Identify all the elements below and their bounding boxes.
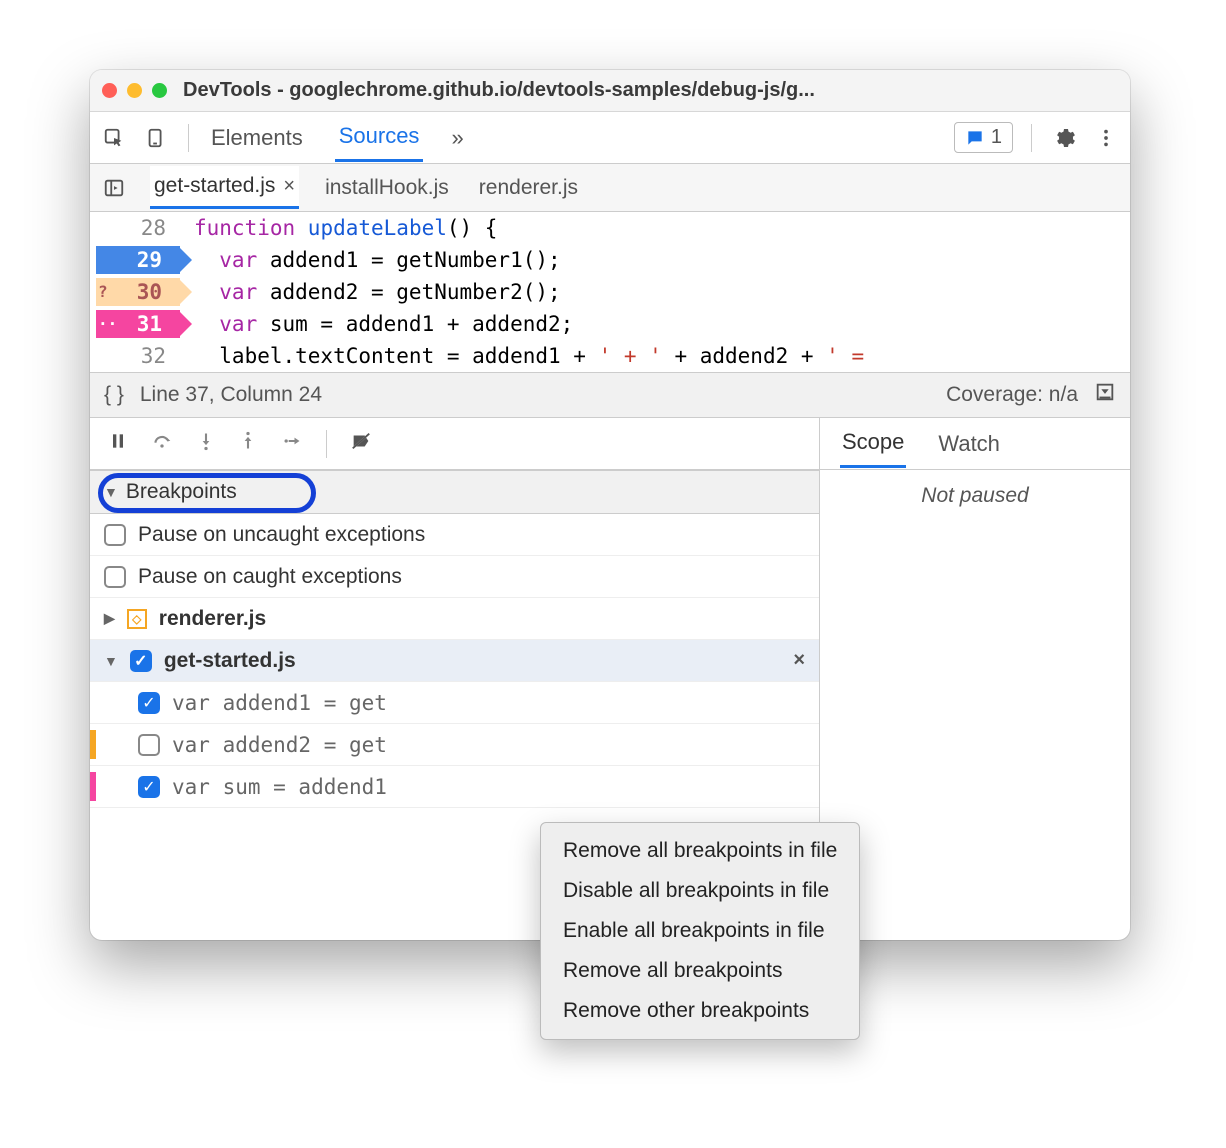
step-icon[interactable] [280,431,304,456]
row-label: Pause on caught exceptions [138,565,402,589]
group-label: get-started.js [164,649,296,673]
coverage-status: Coverage: n/a [946,383,1078,407]
file-tab-label: installHook.js [325,176,449,200]
issues-count: 1 [991,126,1002,149]
checkbox[interactable] [138,734,160,756]
breakpoint-marker[interactable]: 29 [96,246,180,274]
section-label: Breakpoints [126,480,237,504]
code-body[interactable]: function updateLabel() { var addend1 = g… [180,212,864,372]
right-tabs: Scope Watch [820,418,1130,470]
devtools-window: DevTools - googlechrome.github.io/devtoo… [90,70,1130,940]
file-tabs: get-started.js × installHook.js renderer… [90,164,1130,212]
debug-toolbar [90,418,819,470]
tab-sources[interactable]: Sources [335,113,424,162]
minimize-window-button[interactable] [127,83,142,98]
ctx-remove-all[interactable]: Remove all breakpoints [541,951,859,991]
step-over-icon[interactable] [150,431,174,456]
editor-statusbar: { } Line 37, Column 24 Coverage: n/a [90,372,1130,418]
not-paused-message: Not paused [820,470,1130,522]
file-tab-label: renderer.js [479,176,578,200]
logpoint-marker[interactable]: ·· 31 [96,310,180,338]
file-tab-renderer[interactable]: renderer.js [475,168,582,208]
breakpoint-row[interactable]: var addend2 = get [90,724,819,766]
breakpoint-row[interactable]: ✓ var addend1 = get [90,682,819,724]
js-file-icon: ◇ [127,609,147,629]
more-tabs-chevron-icon[interactable]: » [451,125,463,151]
ctx-enable-all-in-file[interactable]: Enable all breakpoints in file [541,911,859,951]
step-out-icon[interactable] [238,430,258,457]
cursor-position: Line 37, Column 24 [140,383,322,407]
toolbar-separator [1031,124,1032,152]
conditional-breakpoint-marker[interactable]: ? 30 [96,278,180,306]
ctx-remove-all-in-file[interactable]: Remove all breakpoints in file [541,831,859,871]
chevron-right-icon: ▶ [104,610,115,627]
main-toolbar: Elements Sources » 1 [90,112,1130,164]
toolbar-separator [188,124,189,152]
file-tab-installhook[interactable]: installHook.js [321,168,453,208]
breakpoint-row[interactable]: ✓ var sum = addend1 [90,766,819,808]
titlebar: DevTools - googlechrome.github.io/devtoo… [90,70,1130,112]
line-number[interactable]: ? 30 [90,276,180,308]
logpoint-stripe [90,772,96,801]
checkbox[interactable]: ✓ [138,692,160,714]
breakpoint-group-renderer[interactable]: ▶ ◇ renderer.js [90,598,819,640]
pause-icon[interactable] [108,431,128,456]
row-label: Pause on uncaught exceptions [138,523,425,547]
checkbox[interactable] [104,524,126,546]
inspect-icon[interactable] [100,124,128,152]
checkbox[interactable]: ✓ [138,776,160,798]
deactivate-breakpoints-icon[interactable] [349,430,373,457]
debugger-right: Scope Watch Not paused [820,418,1130,940]
zoom-window-button[interactable] [152,83,167,98]
remove-group-icon[interactable]: × [793,649,805,672]
toolbar-right: 1 [954,122,1120,153]
chevron-down-icon: ▼ [104,653,118,669]
settings-gear-icon[interactable] [1050,124,1078,152]
tab-elements[interactable]: Elements [207,115,307,161]
close-tab-icon[interactable]: × [283,175,295,198]
close-window-button[interactable] [102,83,117,98]
toolbar-separator [326,430,327,458]
issues-button[interactable]: 1 [954,122,1013,153]
step-into-icon[interactable] [196,430,216,457]
conditional-stripe [90,730,96,759]
line-gutter[interactable]: 28 29 ? 30 ·· 31 32 [90,212,180,372]
pause-caught-row[interactable]: Pause on caught exceptions [90,556,819,598]
collapse-bottom-icon[interactable] [1094,381,1116,409]
kebab-menu-icon[interactable] [1092,124,1120,152]
device-toggle-icon[interactable] [142,124,170,152]
file-tab-get-started[interactable]: get-started.js × [150,166,299,209]
breakpoint-code: var addend2 = get [172,733,387,757]
code-editor[interactable]: 28 29 ? 30 ·· 31 32 function updateLabel… [90,212,1130,372]
line-number[interactable]: 29 [90,244,180,276]
traffic-lights [102,83,167,98]
line-number[interactable]: ·· 31 [90,308,180,340]
ctx-disable-all-in-file[interactable]: Disable all breakpoints in file [541,871,859,911]
navigator-toggle-icon[interactable] [100,174,128,202]
pause-uncaught-row[interactable]: Pause on uncaught exceptions [90,514,819,556]
breakpoint-code: var addend1 = get [172,691,387,715]
tab-scope[interactable]: Scope [840,419,906,468]
group-label: renderer.js [159,607,266,631]
ctx-remove-other[interactable]: Remove other breakpoints [541,991,859,1031]
context-menu: Remove all breakpoints in file Disable a… [540,822,860,1040]
checkbox[interactable] [104,566,126,588]
checkbox[interactable]: ✓ [130,650,152,672]
file-tab-label: get-started.js [154,174,275,198]
chevron-down-icon: ▼ [104,484,118,500]
breakpoints-section-header[interactable]: ▼ Breakpoints [90,470,819,514]
breakpoint-group-get-started[interactable]: ▼ ✓ get-started.js × [90,640,819,682]
window-title: DevTools - googlechrome.github.io/devtoo… [183,79,815,102]
breakpoint-code: var sum = addend1 [172,775,387,799]
pretty-print-icon[interactable]: { } [104,383,124,407]
line-number[interactable]: 28 [90,212,180,244]
tab-watch[interactable]: Watch [936,421,1002,467]
line-number[interactable]: 32 [90,340,180,372]
panel-tabs: Elements Sources » [207,113,464,162]
